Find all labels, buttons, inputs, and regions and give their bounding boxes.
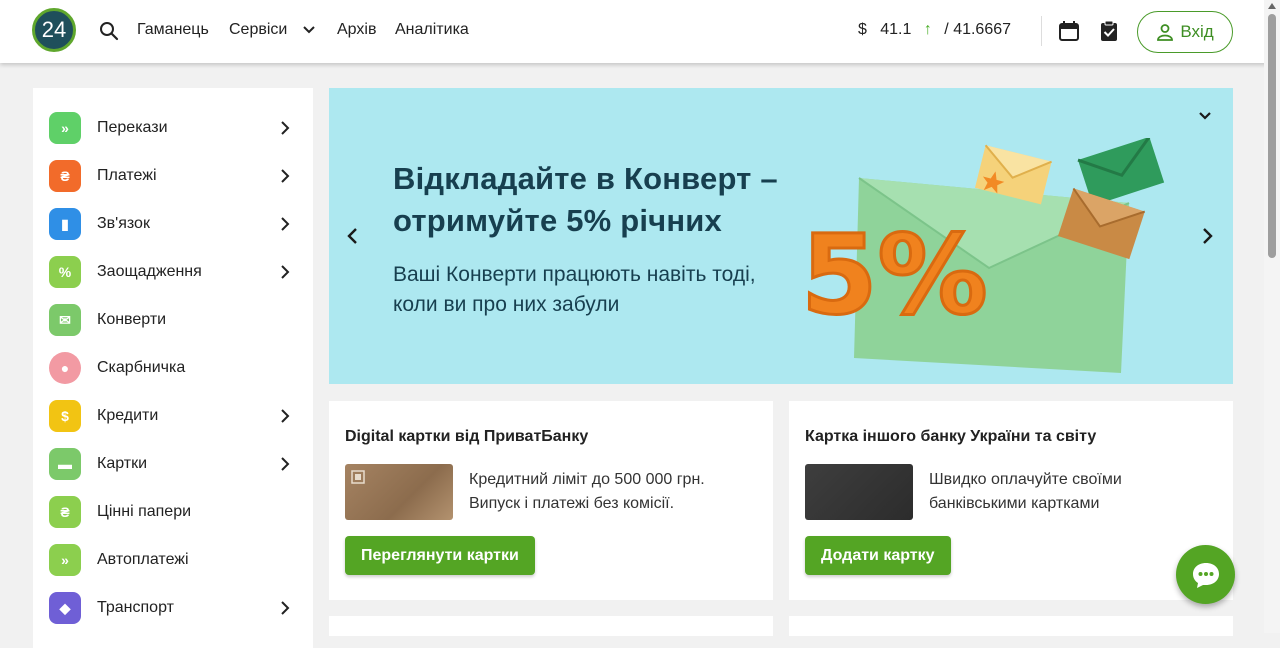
banner-title: Відкладайте в Конверт – отримуйте 5% річ… bbox=[393, 161, 778, 238]
sidebar-item-label: Скарбничка bbox=[97, 359, 186, 376]
exchange-rate: $ 41.1 ↑ / 41.6667 bbox=[858, 21, 1011, 39]
chevron-right-icon bbox=[281, 217, 290, 231]
top-header: 24 Гаманець Сервіси Архів Аналітика $ 41… bbox=[0, 0, 1280, 63]
user-icon bbox=[1157, 24, 1174, 41]
chevron-right-icon[interactable] bbox=[1197, 226, 1217, 246]
sidebar-item-label: Зв'язок bbox=[97, 215, 150, 232]
nav-archive[interactable]: Архів bbox=[337, 21, 376, 39]
sidebar-item-credits[interactable]: $ Кредити bbox=[33, 392, 313, 440]
banner-subtitle: Ваші Конверти працюють навіть тоді, коли… bbox=[393, 263, 756, 316]
digital-cards-panel: Digital картки від ПриватБанку Кредитний… bbox=[329, 401, 773, 600]
chevron-down-icon[interactable] bbox=[1195, 106, 1215, 126]
clipboard-check-icon[interactable] bbox=[1098, 20, 1120, 42]
sidebar-item-envelopes[interactable]: ✉ Конверти bbox=[33, 296, 313, 344]
signal-icon: ▮ bbox=[49, 208, 81, 240]
rate-sell: / 41.6667 bbox=[944, 21, 1012, 38]
other-bank-card-image bbox=[805, 464, 913, 520]
sidebar-item-telecom[interactable]: ▮ Зв'язок bbox=[33, 200, 313, 248]
envelope-icon: ✉ bbox=[49, 304, 81, 336]
sidebar-item-label: Картки bbox=[97, 455, 148, 472]
sidebar-item-transfers[interactable]: » Перекази bbox=[33, 104, 313, 152]
privat-logo-icon bbox=[351, 470, 365, 484]
sidebar-item-piggy-bank[interactable]: ● Скарбничка bbox=[33, 344, 313, 392]
card-title: Digital картки від ПриватБанку bbox=[345, 428, 589, 445]
header-divider bbox=[1041, 16, 1042, 46]
chat-button[interactable] bbox=[1176, 545, 1235, 604]
payment-icon: ₴ bbox=[49, 160, 81, 192]
sidebar-item-label: Перекази bbox=[97, 119, 168, 136]
sidebar-menu: » Перекази ₴ Платежі ▮ Зв'язок% Заощадження ✉ Ко… bbox=[33, 88, 313, 648]
sidebar-item-securities[interactable]: ₴ Цінні папери bbox=[33, 488, 313, 536]
chevron-left-icon[interactable] bbox=[343, 226, 363, 246]
calendar-icon: » bbox=[49, 544, 81, 576]
card-icon: ▬ bbox=[49, 448, 81, 480]
money-bag-icon: $ bbox=[49, 400, 81, 432]
banner-five-percent-text: 5% bbox=[801, 211, 988, 339]
nav-services[interactable]: Сервіси bbox=[229, 21, 287, 39]
sidebar-item-label: Цінні папери bbox=[97, 503, 192, 520]
sidebar-item-payments[interactable]: ₴ Платежі bbox=[33, 152, 313, 200]
ticket-icon: ◆ bbox=[49, 592, 81, 624]
chevron-right-icon bbox=[281, 169, 290, 183]
chevron-right-icon bbox=[281, 457, 290, 471]
sidebar-item-transport[interactable]: ◆ Транспорт bbox=[33, 584, 313, 632]
sidebar-item-label: Конверти bbox=[97, 311, 167, 328]
search-icon[interactable] bbox=[99, 21, 119, 41]
sidebar-item-cards[interactable]: ▬ Картки bbox=[33, 440, 313, 488]
view-cards-button[interactable]: Переглянути картки bbox=[345, 536, 535, 575]
trend-up-icon: ↑ bbox=[923, 21, 932, 38]
document-icon: ₴ bbox=[49, 496, 81, 528]
privat24-logo[interactable]: 24 bbox=[32, 8, 76, 52]
sidebar-item-label: Кредити bbox=[97, 407, 159, 424]
envelope-illustration: 5% bbox=[800, 138, 1165, 373]
card-description: Швидко оплачуйте своїми банківськими кар… bbox=[929, 471, 1122, 512]
transfer-icon: » bbox=[49, 112, 81, 144]
sidebar-item-label: Транспорт bbox=[97, 599, 174, 616]
page-scrollbar[interactable] bbox=[1264, 0, 1280, 633]
chevron-right-icon bbox=[281, 121, 290, 135]
card-title: Картка іншого банку України та світу bbox=[805, 428, 1097, 445]
login-label: Вхід bbox=[1180, 22, 1214, 41]
sidebar-item-label: Автоплатежі bbox=[97, 551, 189, 568]
sidebar-item-autopayments[interactable]: » Автоплатежі bbox=[33, 536, 313, 584]
scroll-thumb[interactable] bbox=[1268, 14, 1276, 258]
nav-wallet[interactable]: Гаманець bbox=[137, 21, 209, 39]
chevron-right-icon bbox=[281, 265, 290, 279]
chevron-right-icon bbox=[281, 409, 290, 423]
rate-buy: 41.1 bbox=[880, 21, 912, 38]
card-description: Кредитний ліміт до 500 000 грн. Випуск і… bbox=[469, 471, 705, 512]
chevron-right-icon bbox=[281, 601, 290, 615]
sidebar-item-savings[interactable]: % Заощадження bbox=[33, 248, 313, 296]
add-card-button[interactable]: Додати картку bbox=[805, 536, 951, 575]
promo-banner[interactable]: Відкладайте в Конверт – отримуйте 5% річ… bbox=[329, 88, 1233, 384]
scroll-up-arrow[interactable] bbox=[1268, 3, 1276, 9]
sidebar-item-label: Заощадження bbox=[97, 263, 202, 280]
savings-icon: % bbox=[49, 256, 81, 288]
currency-symbol: $ bbox=[858, 21, 867, 38]
nav-analytics[interactable]: Аналітика bbox=[395, 21, 469, 39]
privatbank-card-image bbox=[345, 464, 453, 520]
chat-bubble-icon bbox=[1192, 562, 1219, 588]
chevron-down-icon[interactable] bbox=[301, 22, 317, 38]
other-bank-card-panel: Картка іншого банку України та світу Шви… bbox=[789, 401, 1233, 600]
next-panel bbox=[329, 616, 773, 636]
piggy-bank-icon: ● bbox=[49, 352, 81, 384]
next-panel bbox=[789, 616, 1233, 636]
sidebar-item-label: Платежі bbox=[97, 167, 157, 184]
calendar-icon[interactable] bbox=[1058, 20, 1080, 42]
login-button[interactable]: Вхід bbox=[1137, 11, 1233, 53]
